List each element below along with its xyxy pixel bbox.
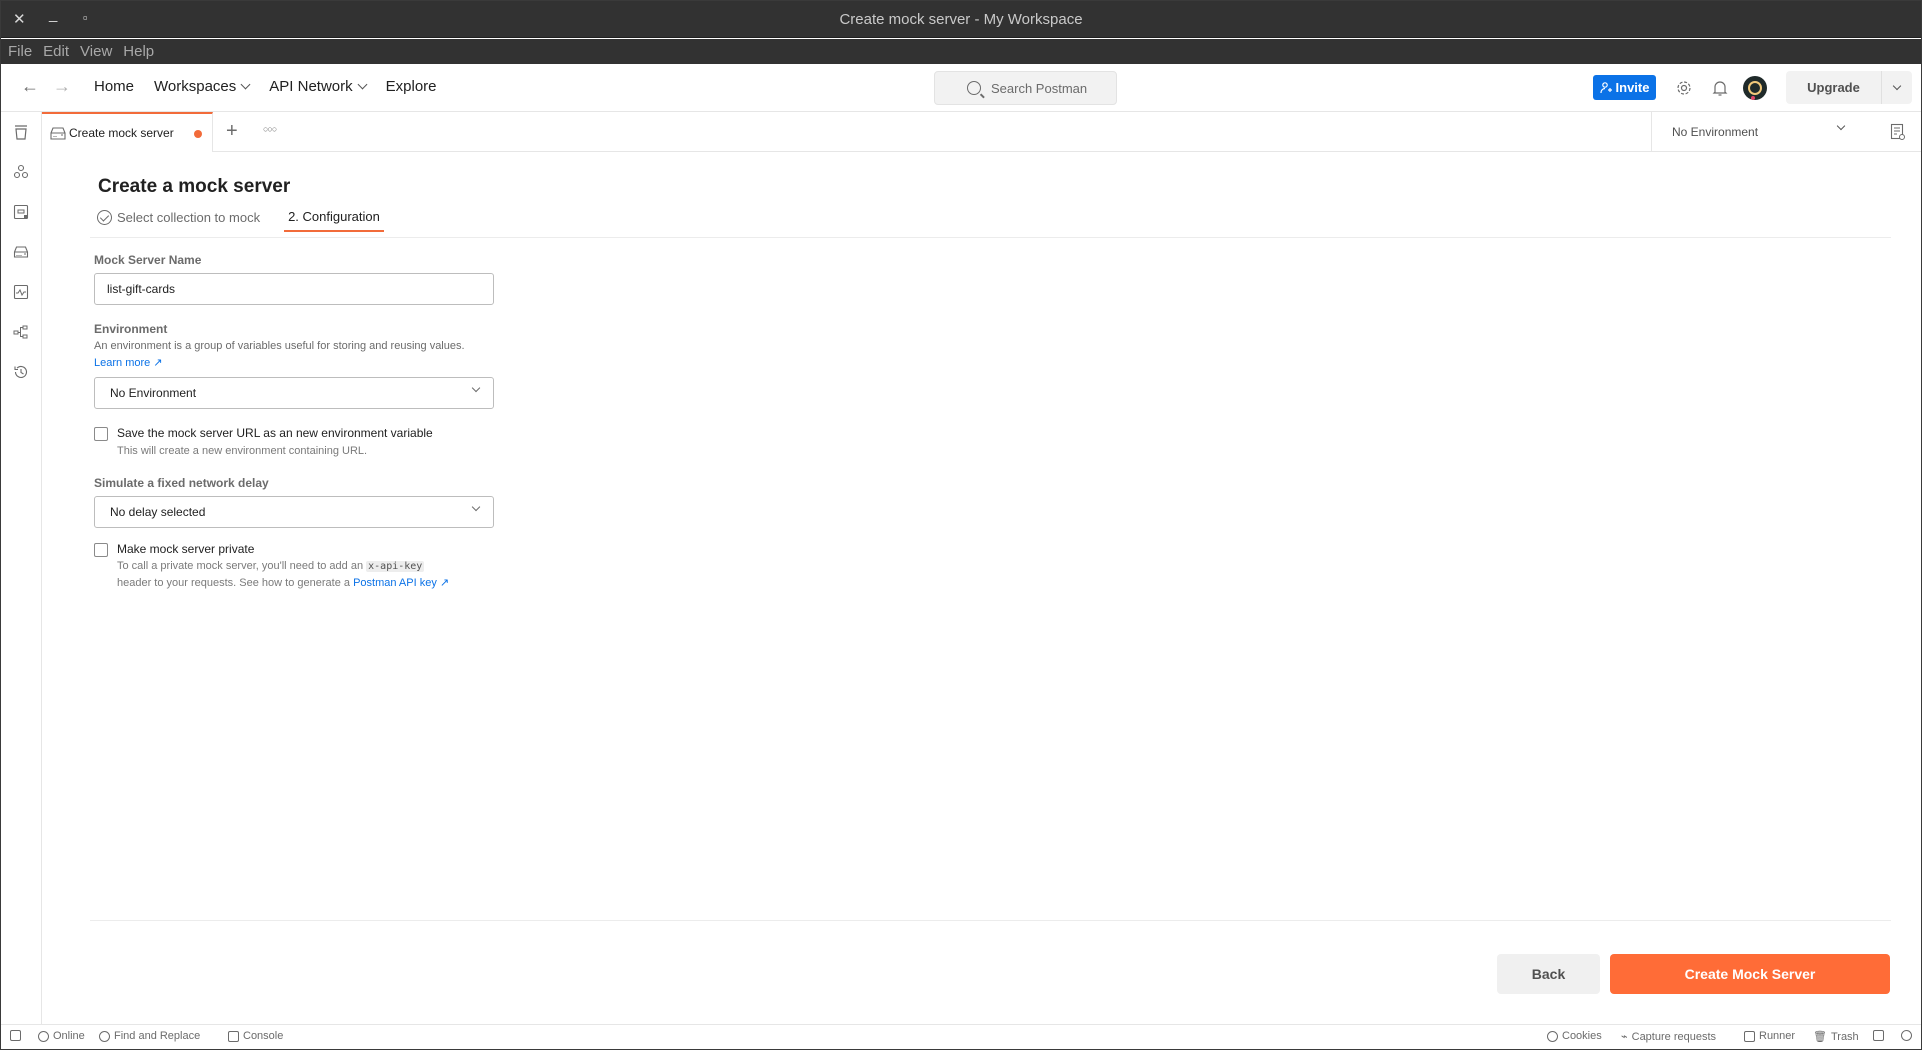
user-avatar[interactable] bbox=[1743, 76, 1767, 100]
menu-view[interactable]: View bbox=[80, 43, 112, 60]
mock-server-form: Mock Server Name list-gift-cards Environ… bbox=[94, 253, 494, 591]
chevron-down-icon bbox=[357, 79, 368, 90]
chevron-down-icon bbox=[471, 502, 481, 512]
layout-toggle-icon[interactable] bbox=[1873, 1030, 1884, 1041]
upgrade-button[interactable]: Upgrade bbox=[1786, 71, 1912, 104]
more-tabs-ellipsis-icon[interactable]: ○○○ bbox=[263, 124, 277, 134]
apis-icon[interactable] bbox=[13, 164, 29, 180]
save-url-checkbox[interactable] bbox=[94, 427, 108, 441]
top-header: ← → Home Workspaces API Network Explore … bbox=[1, 64, 1921, 112]
main-content: Create a mock server Select collection t… bbox=[42, 153, 1921, 1024]
unsaved-changes-dot bbox=[194, 130, 202, 138]
cookie-icon bbox=[1547, 1030, 1558, 1042]
play-icon bbox=[1744, 1030, 1755, 1042]
environment-label: Environment bbox=[94, 322, 168, 336]
save-url-option: Save the mock server URL as an new envir… bbox=[94, 426, 494, 459]
menu-file[interactable]: File bbox=[8, 43, 32, 60]
chevron-down-icon bbox=[1892, 81, 1902, 90]
divider bbox=[90, 237, 1891, 238]
menu-bar: File Edit View Help bbox=[1, 39, 1921, 64]
learn-more-link[interactable]: Learn more ↗ bbox=[94, 356, 163, 369]
trash-icon: 🗑 bbox=[1813, 1031, 1827, 1043]
chevron-down-icon bbox=[471, 383, 481, 393]
create-mock-server-button[interactable]: Create Mock Server bbox=[1610, 954, 1890, 994]
notifications-bell-icon[interactable] bbox=[1712, 79, 1728, 97]
nav-home[interactable]: Home bbox=[94, 78, 134, 95]
find-and-replace-button[interactable]: Find and Replace bbox=[99, 1030, 200, 1042]
search-input[interactable]: Search Postman bbox=[934, 71, 1117, 105]
history-icon[interactable] bbox=[13, 364, 29, 380]
mock-server-icon bbox=[50, 126, 66, 140]
nav-api-network[interactable]: API Network bbox=[269, 78, 368, 95]
collections-trash-can-icon[interactable] bbox=[13, 124, 29, 140]
environment-description: An environment is a group of variables u… bbox=[94, 340, 465, 352]
wizard-steps: Select collection to mock 2. Configurati… bbox=[97, 202, 384, 232]
private-checkbox[interactable] bbox=[94, 543, 108, 557]
check-circle-icon bbox=[38, 1030, 49, 1042]
environment-selector[interactable]: No Environment bbox=[1651, 112, 1866, 152]
console-icon bbox=[228, 1030, 239, 1042]
page-title: Create a mock server bbox=[98, 176, 291, 197]
toggle-sidebar-icon[interactable] bbox=[10, 1030, 21, 1041]
status-bar: Online Find and Replace Console Cookies … bbox=[1, 1024, 1921, 1049]
private-description: To call a private mock server, you'll ne… bbox=[117, 560, 450, 589]
save-url-label: Save the mock server URL as an new envir… bbox=[117, 426, 433, 440]
step-configuration[interactable]: 2. Configuration bbox=[284, 202, 384, 232]
environments-icon[interactable] bbox=[13, 204, 29, 220]
mock-server-name-label: Mock Server Name bbox=[94, 253, 202, 267]
search-icon bbox=[967, 81, 981, 95]
back-button[interactable]: Back bbox=[1497, 954, 1600, 994]
mock-server-name-input[interactable]: list-gift-cards bbox=[94, 273, 494, 305]
network-delay-dropdown[interactable]: No delay selected bbox=[94, 496, 494, 528]
window-title: Create mock server - My Workspace bbox=[839, 11, 1083, 28]
satellite-icon: ⌁ bbox=[1621, 1031, 1628, 1043]
cookies-button[interactable]: Cookies bbox=[1547, 1030, 1602, 1042]
menu-help[interactable]: Help bbox=[123, 43, 154, 60]
tab-bar: Create mock server + ○○○ No Environment bbox=[42, 112, 1921, 152]
private-option: Make mock server private To call a priva… bbox=[94, 542, 494, 591]
save-url-description: This will create a new environment conta… bbox=[117, 445, 368, 457]
upgrade-dropdown-toggle[interactable] bbox=[1882, 71, 1912, 104]
forward-arrow-icon[interactable]: → bbox=[53, 76, 71, 97]
menu-edit[interactable]: Edit bbox=[43, 43, 69, 60]
add-user-icon bbox=[1599, 81, 1612, 93]
online-status[interactable]: Online bbox=[38, 1030, 85, 1042]
mock-servers-icon[interactable] bbox=[13, 244, 29, 260]
capture-requests-button[interactable]: ⌁ Capture requests bbox=[1621, 1030, 1716, 1044]
environment-quick-look-icon[interactable] bbox=[1890, 123, 1906, 141]
postman-api-key-link[interactable]: Postman API key ↗ bbox=[353, 577, 449, 589]
chevron-down-icon bbox=[1836, 121, 1846, 131]
divider bbox=[90, 920, 1891, 921]
network-delay-label: Simulate a fixed network delay bbox=[94, 476, 269, 490]
settings-gear-icon[interactable] bbox=[1676, 80, 1692, 96]
back-arrow-icon[interactable]: ← bbox=[21, 76, 39, 97]
tab-create-mock-server[interactable]: Create mock server bbox=[42, 112, 213, 152]
trash-button[interactable]: 🗑 Trash bbox=[1813, 1030, 1859, 1044]
left-sidebar bbox=[1, 112, 42, 1025]
nav-explore[interactable]: Explore bbox=[386, 78, 437, 95]
search-icon bbox=[99, 1030, 110, 1042]
title-bar: ✕ _ ▫ Create mock server - My Workspace bbox=[1, 1, 1921, 38]
new-tab-plus-icon[interactable]: + bbox=[226, 120, 238, 143]
chevron-down-icon bbox=[240, 79, 251, 90]
app-window: ✕ _ ▫ Create mock server - My Workspace … bbox=[0, 0, 1922, 1050]
flows-icon[interactable] bbox=[13, 324, 29, 340]
api-key-header-code: x-api-key bbox=[366, 561, 425, 572]
monitors-icon[interactable] bbox=[13, 284, 29, 300]
console-button[interactable]: Console bbox=[228, 1030, 283, 1042]
help-icon[interactable] bbox=[1901, 1030, 1912, 1041]
check-circle-icon bbox=[97, 209, 112, 225]
nav-workspaces[interactable]: Workspaces bbox=[154, 78, 251, 95]
invite-button[interactable]: Invite bbox=[1593, 75, 1656, 100]
environment-dropdown[interactable]: No Environment bbox=[94, 377, 494, 409]
private-label: Make mock server private bbox=[117, 542, 255, 556]
runner-button[interactable]: Runner bbox=[1744, 1030, 1795, 1042]
step-select-collection[interactable]: Select collection to mock bbox=[97, 202, 284, 232]
